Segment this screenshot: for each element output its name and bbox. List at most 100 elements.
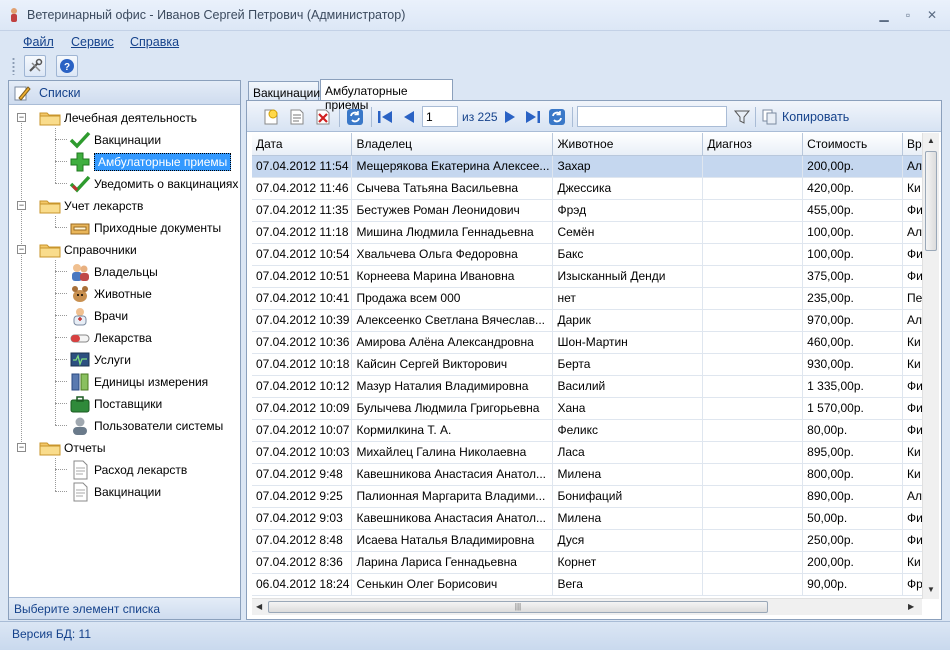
table-row[interactable]: 07.04.2012 9:03 Кавешникова Анастасия Ана… bbox=[252, 507, 939, 530]
folder-icon bbox=[39, 240, 61, 260]
last-page-button[interactable] bbox=[523, 107, 543, 127]
cell-cost: 90,00р. bbox=[802, 573, 904, 596]
vertical-scroll-thumb[interactable] bbox=[925, 151, 937, 251]
vertical-scrollbar[interactable]: ▲ ▼ bbox=[922, 133, 939, 599]
help-button[interactable]: ? bbox=[56, 55, 78, 77]
tree-label: Амбулаторные приемы bbox=[94, 153, 232, 171]
tree-node-notify-vaccinations[interactable]: Уведомить о вакцинациях bbox=[69, 174, 238, 194]
cell-animal: Милена bbox=[552, 507, 704, 530]
collapse-toggle[interactable]: − bbox=[17, 443, 26, 452]
tree-node-drug-consumption[interactable]: Расход лекарств bbox=[69, 460, 187, 480]
next-page-button[interactable] bbox=[500, 107, 520, 127]
table-row[interactable]: 07.04.2012 11:46 Сычева Татьяна Васильевн… bbox=[252, 177, 939, 200]
table-row[interactable]: 07.04.2012 11:54 Мещерякова Екатерина Але… bbox=[252, 155, 939, 178]
scroll-right-icon[interactable]: ▶ bbox=[908, 602, 914, 611]
copy-button[interactable]: Копировать bbox=[762, 109, 849, 125]
first-page-icon bbox=[378, 111, 392, 123]
collapse-toggle[interactable]: − bbox=[17, 113, 26, 122]
scroll-left-icon[interactable]: ◀ bbox=[256, 602, 262, 611]
reload-button[interactable] bbox=[547, 107, 567, 127]
table-row[interactable]: 07.04.2012 10:41 Продажа всем 000 нет 235,0… bbox=[252, 287, 939, 310]
filter-input[interactable] bbox=[577, 106, 727, 127]
table-row[interactable]: 06.04.2012 18:24 Сенькин Олег Борисович Ве… bbox=[252, 573, 939, 596]
table-row[interactable]: 07.04.2012 10:07 Кормилкина Т. А. Феликс 80… bbox=[252, 419, 939, 442]
table-row[interactable]: 07.04.2012 10:12 Мазур Наталия Владимиров… bbox=[252, 375, 939, 398]
tools-icon bbox=[29, 58, 43, 72]
tree-node-vaccinations-report[interactable]: Вакцинации bbox=[69, 482, 161, 502]
table-row[interactable]: 07.04.2012 9:25 Палионная Маргарита Влади… bbox=[252, 485, 939, 508]
cell-owner: Сенькин Олег Борисович bbox=[351, 573, 554, 596]
cell-animal: Милена bbox=[552, 463, 704, 486]
table-row[interactable]: 07.04.2012 8:48 Исаева Наталья Владимиров… bbox=[252, 529, 939, 552]
column-header-diagnosis[interactable]: Диагноз bbox=[702, 133, 804, 156]
menu-file[interactable]: Файл bbox=[23, 35, 54, 49]
tree-node-owners[interactable]: Владельцы bbox=[69, 262, 158, 282]
table-row[interactable]: 07.04.2012 10:39 Алексеенко Светлана Вяче… bbox=[252, 309, 939, 332]
scroll-up-icon[interactable]: ▲ bbox=[927, 136, 935, 145]
cell-diagnosis bbox=[702, 265, 804, 288]
table-row[interactable]: 07.04.2012 11:18 Мишина Людмила Геннадьев… bbox=[252, 221, 939, 244]
settings-button[interactable] bbox=[24, 55, 46, 77]
toolbar-separator bbox=[755, 107, 756, 127]
table-row[interactable]: 07.04.2012 10:54 Хвальчева Ольга Федоровн… bbox=[252, 243, 939, 266]
tree-node-suppliers[interactable]: Поставщики bbox=[69, 394, 162, 414]
page-number-input[interactable]: 1 bbox=[422, 106, 458, 127]
cell-date: 07.04.2012 11:46 bbox=[252, 177, 353, 200]
tree-node-references[interactable]: Справочники bbox=[39, 240, 137, 260]
tree-label: Расход лекарств bbox=[94, 463, 188, 477]
cell-animal: Фрэд bbox=[552, 199, 704, 222]
cell-animal: Корнет bbox=[552, 551, 704, 574]
toolbar-grip[interactable] bbox=[12, 57, 15, 75]
first-page-button[interactable] bbox=[375, 107, 395, 127]
tree-node-medicines[interactable]: Лекарства bbox=[69, 328, 152, 348]
table-row[interactable]: 07.04.2012 10:36 Амирова Алёна Александро… bbox=[252, 331, 939, 354]
minimize-button[interactable]: ▁ bbox=[873, 6, 895, 24]
menu-service[interactable]: Сервис bbox=[71, 35, 114, 49]
edit-record-button[interactable] bbox=[287, 107, 307, 127]
cell-date: 07.04.2012 11:35 bbox=[252, 199, 353, 222]
tree-node-incoming-docs[interactable]: Приходные документы bbox=[69, 218, 221, 238]
status-bar: Версия БД: 11 bbox=[0, 621, 950, 650]
table-row[interactable]: 07.04.2012 8:36 Ларина Лариса Геннадьевна… bbox=[252, 551, 939, 574]
prev-page-button[interactable] bbox=[399, 107, 419, 127]
tab-vaccinations[interactable]: Вакцинации bbox=[248, 81, 320, 101]
tree-node-units[interactable]: Единицы измерения bbox=[69, 372, 208, 392]
column-header-cost[interactable]: Стоимость bbox=[802, 133, 904, 156]
table-row[interactable]: 07.04.2012 10:51 Корнеева Марина Ивановна… bbox=[252, 265, 939, 288]
tree-node-reports[interactable]: Отчеты bbox=[39, 438, 105, 458]
scroll-down-icon[interactable]: ▼ bbox=[927, 585, 935, 594]
tree-node-services[interactable]: Услуги bbox=[69, 350, 131, 370]
close-button[interactable]: ✕ bbox=[921, 6, 943, 24]
tree-node-system-users[interactable]: Пользователи системы bbox=[69, 416, 223, 436]
lists-header: Списки bbox=[9, 81, 240, 105]
cell-owner: Бестужев Роман Леонидович bbox=[351, 199, 554, 222]
collapse-toggle[interactable]: − bbox=[17, 245, 26, 254]
maximize-button[interactable]: ▫ bbox=[897, 6, 919, 24]
column-header-owner[interactable]: Владелец bbox=[351, 133, 554, 156]
tree-node-animals[interactable]: Животные bbox=[69, 284, 152, 304]
table-row[interactable]: 07.04.2012 10:18 Кайсин Сергей Викторович… bbox=[252, 353, 939, 376]
page-count: из 225 bbox=[462, 110, 498, 124]
table-row[interactable]: 07.04.2012 9:48 Кавешникова Анастасия Ана… bbox=[252, 463, 939, 486]
ruler-icon bbox=[69, 372, 91, 392]
table-row[interactable]: 07.04.2012 10:03 Михайлец Галина Николаев… bbox=[252, 441, 939, 464]
tree-node-drug-accounting[interactable]: Учет лекарств bbox=[39, 196, 143, 216]
tree-node-doctors[interactable]: Врачи bbox=[69, 306, 128, 326]
cell-date: 07.04.2012 10:51 bbox=[252, 265, 353, 288]
table-row[interactable]: 07.04.2012 10:09 Булычева Людмила Григорь… bbox=[252, 397, 939, 420]
new-record-button[interactable] bbox=[261, 107, 281, 127]
cell-animal: Шон-Мартин bbox=[552, 331, 704, 354]
cell-date: 07.04.2012 10:03 bbox=[252, 441, 353, 464]
column-header-animal[interactable]: Животное bbox=[552, 133, 704, 156]
horizontal-scroll-thumb[interactable]: ||| bbox=[268, 601, 768, 613]
tab-outpatient[interactable]: Амбулаторные приемы bbox=[320, 79, 453, 112]
tree-node-outpatient[interactable]: Амбулаторные приемы bbox=[69, 152, 232, 172]
filter-button[interactable] bbox=[732, 107, 752, 127]
collapse-toggle[interactable]: − bbox=[17, 201, 26, 210]
column-header-date[interactable]: Дата bbox=[252, 133, 353, 156]
table-row[interactable]: 07.04.2012 11:35 Бестужев Роман Леонидови… bbox=[252, 199, 939, 222]
menu-help[interactable]: Справка bbox=[130, 35, 179, 49]
tree-node-vaccinations[interactable]: Вакцинации bbox=[69, 130, 161, 150]
tree-node-treatment[interactable]: Лечебная деятельность bbox=[39, 108, 197, 128]
horizontal-scrollbar[interactable]: ◀ ||| ▶ bbox=[252, 598, 922, 615]
